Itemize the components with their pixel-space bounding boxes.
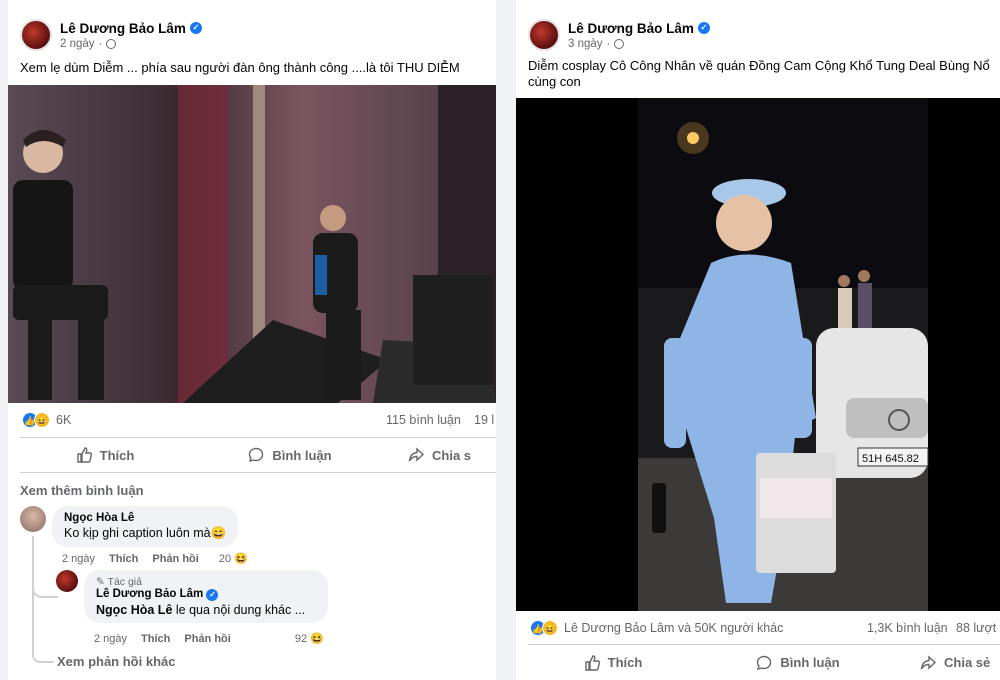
- post-time[interactable]: 3 ngày: [568, 38, 603, 50]
- verified-badge-icon: ✓: [697, 22, 710, 34]
- post-header: Lê Dương Bảo Lâm ✓ 2 ngày ·: [20, 14, 202, 56]
- author-tag: ✎ Tác giả: [96, 576, 142, 588]
- thumbs-up-icon: [584, 654, 600, 671]
- commenter-name[interactable]: Ngọc Hòa Lê: [64, 512, 226, 524]
- reply-item: ✎ Tác giả Lê Dương Bảo Lâm ✓ Ngọc Hòa Lê…: [56, 570, 328, 623]
- column-gap: [496, 0, 516, 680]
- reply-like-link[interactable]: Thích: [141, 633, 170, 645]
- author-avatar[interactable]: [528, 19, 560, 51]
- like-label: Thích: [607, 655, 643, 670]
- reaction-summary[interactable]: 👍 😆 Lê Dương Bảo Lâm và 50K người khác: [530, 616, 783, 640]
- comment-actions: 2 ngày Thích Phản hồi 20 😆: [62, 552, 248, 566]
- license-plate: 51H 645.82: [862, 453, 919, 465]
- reply-time[interactable]: 2 ngày: [94, 633, 127, 645]
- comment-reaction-count[interactable]: 20 😆: [219, 552, 248, 565]
- mention-link[interactable]: Ngọc Hòa Lê: [96, 603, 172, 617]
- post-card-right: Lê Dương Bảo Lâm ✓ 3 ngày · Diễm cosplay…: [516, 0, 1000, 680]
- verified-badge-icon: ✓: [206, 589, 219, 601]
- haha-reaction-icon: 😆: [542, 620, 558, 636]
- share-button[interactable]: Chia s: [390, 438, 496, 472]
- post-time[interactable]: 2 ngày: [60, 38, 95, 50]
- comment-count[interactable]: 115 bình luận: [386, 413, 461, 427]
- like-button[interactable]: Thích: [20, 438, 190, 472]
- reply-connector: [32, 586, 58, 598]
- share-arrow-icon: [408, 447, 424, 462]
- post-photo[interactable]: [8, 85, 496, 403]
- post-header: Lê Dương Bảo Lâm ✓ 3 ngày ·: [528, 14, 710, 56]
- post-caption: Diễm cosplay Cô Công Nhân về quán Đồng C…: [528, 58, 990, 89]
- share-button[interactable]: Chia sẻ: [898, 645, 1000, 680]
- more-replies-connector: [32, 655, 54, 663]
- speech-bubble-icon: [757, 655, 772, 670]
- share-label: Chia s: [432, 447, 472, 463]
- reply-author-name[interactable]: Lê Dương Bảo Lâm: [96, 588, 203, 600]
- reaction-count: 6K: [56, 413, 72, 427]
- comment-reply-link[interactable]: Phản hồi: [152, 553, 198, 565]
- haha-reaction-icon: 😆: [34, 412, 50, 428]
- comment-like-link[interactable]: Thích: [109, 553, 138, 565]
- globe-icon: [614, 38, 625, 49]
- comment-button[interactable]: Bình luận: [190, 438, 390, 472]
- reply-reply-link[interactable]: Phản hồi: [184, 633, 230, 645]
- comment-button[interactable]: Bình luận: [698, 645, 898, 680]
- globe-icon: [106, 38, 117, 49]
- post-card-left: Lê Dương Bảo Lâm ✓ 2 ngày · Xem lẹ dùm D…: [8, 0, 496, 680]
- share-arrow-icon: [920, 654, 936, 670]
- reply-text: le qua nội dung khác ...: [175, 603, 306, 617]
- post-action-bar: Thích Bình luận Chia sẻ: [528, 644, 1000, 680]
- like-label: Thích: [99, 447, 135, 463]
- share-count[interactable]: 19 l: [474, 413, 494, 427]
- author-name[interactable]: Lê Dương Bảo Lâm: [60, 21, 186, 36]
- comment-count[interactable]: 1,3K bình luận: [867, 621, 948, 635]
- speech-bubble-icon: [249, 447, 264, 462]
- comment-label: Bình luận: [272, 447, 332, 463]
- thumbs-up-icon: [76, 447, 92, 463]
- author-avatar[interactable]: [20, 19, 52, 51]
- comment-time[interactable]: 2 ngày: [62, 553, 95, 565]
- post-action-bar: Thích Bình luận Chia s: [20, 437, 496, 473]
- comment-text: Ko kịp ghi caption luôn mà😄: [64, 526, 227, 540]
- comment-label: Bình luận: [780, 655, 840, 670]
- comment-item: Ngọc Hòa Lê Ko kịp ghi caption luôn mà😄: [20, 506, 239, 547]
- share-label: Chia sẻ: [944, 655, 991, 670]
- post-caption: Xem lẹ dùm Diễm ... phía sau người đàn ô…: [20, 60, 460, 75]
- author-name[interactable]: Lê Dương Bảo Lâm: [568, 21, 694, 36]
- like-button[interactable]: Thích: [528, 645, 698, 680]
- reply-reaction-count[interactable]: 92 😆: [295, 632, 324, 645]
- thread-line: [32, 536, 34, 656]
- verified-badge-icon: ✓: [189, 22, 202, 34]
- commenter-avatar[interactable]: [20, 506, 46, 532]
- post-video[interactable]: 51H 645.82: [516, 98, 1000, 611]
- reply-author-avatar[interactable]: [56, 570, 78, 592]
- share-count[interactable]: 88 lượt: [956, 621, 996, 635]
- reply-actions: 2 ngày Thích Phản hồi 92 😆: [94, 632, 324, 646]
- reaction-text: Lê Dương Bảo Lâm và 50K người khác: [564, 621, 784, 635]
- see-more-comments-link[interactable]: Xem thêm bình luận: [20, 483, 144, 498]
- see-more-replies-link[interactable]: Xem phản hồi khác: [57, 654, 175, 669]
- reaction-summary[interactable]: 👍 😆 6K: [22, 408, 71, 432]
